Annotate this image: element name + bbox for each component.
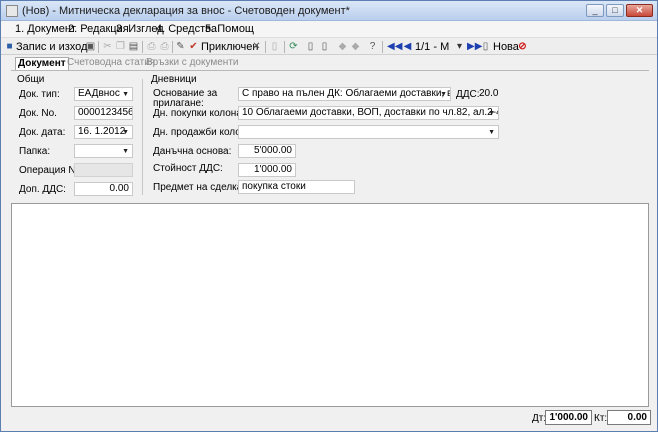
title-bar[interactable]: (Нов) - Митническа декларация за внос - …	[1, 1, 657, 21]
debit-total: 1'000.00	[545, 410, 592, 425]
doc-type-label: Док. тип:	[19, 89, 60, 100]
entries-grid[interactable]	[11, 203, 649, 407]
close-button[interactable]: ✕	[626, 4, 653, 17]
subject-field[interactable]: покупка стоки	[238, 180, 355, 194]
tab-document[interactable]: Документ	[15, 57, 69, 71]
edit-icon[interactable]: ✎	[175, 41, 186, 52]
menu-bar: 1. Документ 2. Редакция 3. Изглед 4. Сре…	[1, 21, 657, 37]
toolbar-separator	[382, 41, 383, 53]
chevron-down-icon: ▼	[488, 129, 495, 136]
operation-field	[74, 163, 133, 177]
purchase-column-value: 10 Облагаеми доставки, ВОП, доставки по …	[242, 107, 498, 118]
general-section-title: Общи	[17, 74, 45, 85]
toolbar-separator	[284, 41, 285, 53]
refresh-icon[interactable]: ⟳	[288, 41, 299, 52]
vat-rate-value: 20.0	[479, 88, 499, 99]
credit-total: 0.00	[607, 410, 651, 425]
chevron-down-icon: ▼	[488, 110, 495, 117]
doc-date-picker[interactable]: 16. 1.2012 ▼	[74, 125, 133, 139]
paste-icon[interactable]: ▤	[128, 41, 139, 52]
previous-record-icon[interactable]: ◀	[402, 41, 413, 52]
toolbar-separator	[98, 41, 99, 53]
document-window: (Нов) - Митническа декларация за внос - …	[0, 0, 658, 432]
credit-label: Кт:	[594, 413, 608, 424]
copy-page-icon[interactable]: ▯	[319, 41, 330, 52]
next-record-icon[interactable]: ▶▶	[467, 41, 482, 52]
doc-no-label: Док. No.	[19, 108, 57, 119]
print-preview-icon[interactable]: ⎙	[159, 41, 170, 52]
chevron-down-icon: ▼	[122, 129, 129, 136]
doc-date-value: 16. 1.2012	[78, 126, 126, 137]
section-divider	[142, 79, 143, 195]
extra-vat-field[interactable]: 0.00	[74, 182, 133, 196]
doc-date-label: Док. дата:	[19, 127, 66, 138]
toolbar-separator	[265, 41, 266, 53]
delete-icon[interactable]: ✕	[251, 41, 262, 52]
first-record-icon[interactable]: ◀◀	[387, 41, 402, 52]
purchase-column-select[interactable]: 10 Облагаеми доставки, ВОП, доставки по …	[238, 106, 499, 120]
complete-button[interactable]: Приключен	[201, 40, 258, 54]
journals-section-title: Дневници	[151, 74, 197, 85]
vat-value-label: Стойност ДДС:	[153, 163, 223, 174]
check-icon[interactable]: ✔	[188, 41, 199, 52]
tax-base-field[interactable]: 5'000.00	[238, 144, 296, 158]
sales-column-select[interactable]: ▼	[238, 125, 499, 139]
copy-icon[interactable]: ❐	[115, 41, 126, 52]
tab-divider	[11, 70, 649, 71]
chevron-down-icon: ▼	[122, 148, 129, 155]
toolbar-separator	[142, 41, 143, 53]
folder-label: Папка:	[19, 146, 51, 157]
doc-no-field[interactable]: 0000123456	[74, 106, 133, 120]
move-down-icon[interactable]: ◆	[350, 41, 361, 52]
chevron-down-icon: ▼	[122, 91, 129, 98]
vat-rate-label: ДДС:	[456, 89, 480, 100]
minimize-button[interactable]: _	[586, 4, 604, 17]
folder-select[interactable]: ▼	[74, 144, 133, 158]
save-exit-button[interactable]: Запис и изход	[16, 40, 87, 54]
help-icon[interactable]: ?	[367, 41, 378, 52]
menu-help[interactable]: 5. Помощ	[205, 23, 254, 35]
extra-vat-label: Доп. ДДС:	[19, 184, 66, 195]
new-button[interactable]: Нова	[493, 40, 519, 54]
record-position[interactable]: 1/1 - М	[415, 40, 449, 54]
window-title: (Нов) - Митническа декларация за внос - …	[22, 5, 350, 17]
menu-document[interactable]: 1. Документ	[15, 23, 76, 35]
move-up-icon[interactable]: ◆	[337, 41, 348, 52]
chevron-down-icon[interactable]: ▾	[454, 41, 465, 52]
maximize-button[interactable]: □	[606, 4, 624, 17]
toolbar: ■ Запис и изход ▣ ✂ ❐ ▤ ⎙ ⎙ ✎ ✔ Приключе…	[1, 37, 657, 55]
toolbar-separator	[172, 41, 173, 53]
chevron-down-icon: ▼	[440, 91, 447, 98]
tax-base-label: Данъчна основа:	[153, 146, 232, 157]
vat-value-field[interactable]: 1'000.00	[238, 163, 296, 177]
document-icon[interactable]: ▯	[269, 41, 280, 52]
new-page-icon[interactable]: ▯	[305, 41, 316, 52]
basis-select[interactable]: С право на пълен ДК: Облагаеми доставки,…	[238, 87, 451, 101]
save-icon-small[interactable]: ▣	[85, 41, 96, 52]
tab-document-links[interactable]: Връзки с документи	[144, 57, 240, 70]
save-icon: ■	[6, 41, 13, 52]
app-icon	[6, 5, 18, 17]
cut-icon[interactable]: ✂	[102, 41, 113, 52]
doc-type-value: ЕАДвнос	[78, 88, 120, 99]
purchase-column-label: Дн. покупки колона:	[153, 108, 245, 119]
new-record-icon[interactable]: ▯	[480, 41, 491, 52]
doc-type-select[interactable]: ЕАДвнос ▼	[74, 87, 133, 101]
basis-value: С право на пълен ДК: Облагаеми доставки,…	[242, 88, 450, 99]
cancel-icon[interactable]: ⊘	[517, 41, 528, 52]
print-icon[interactable]: ⎙	[146, 41, 157, 52]
